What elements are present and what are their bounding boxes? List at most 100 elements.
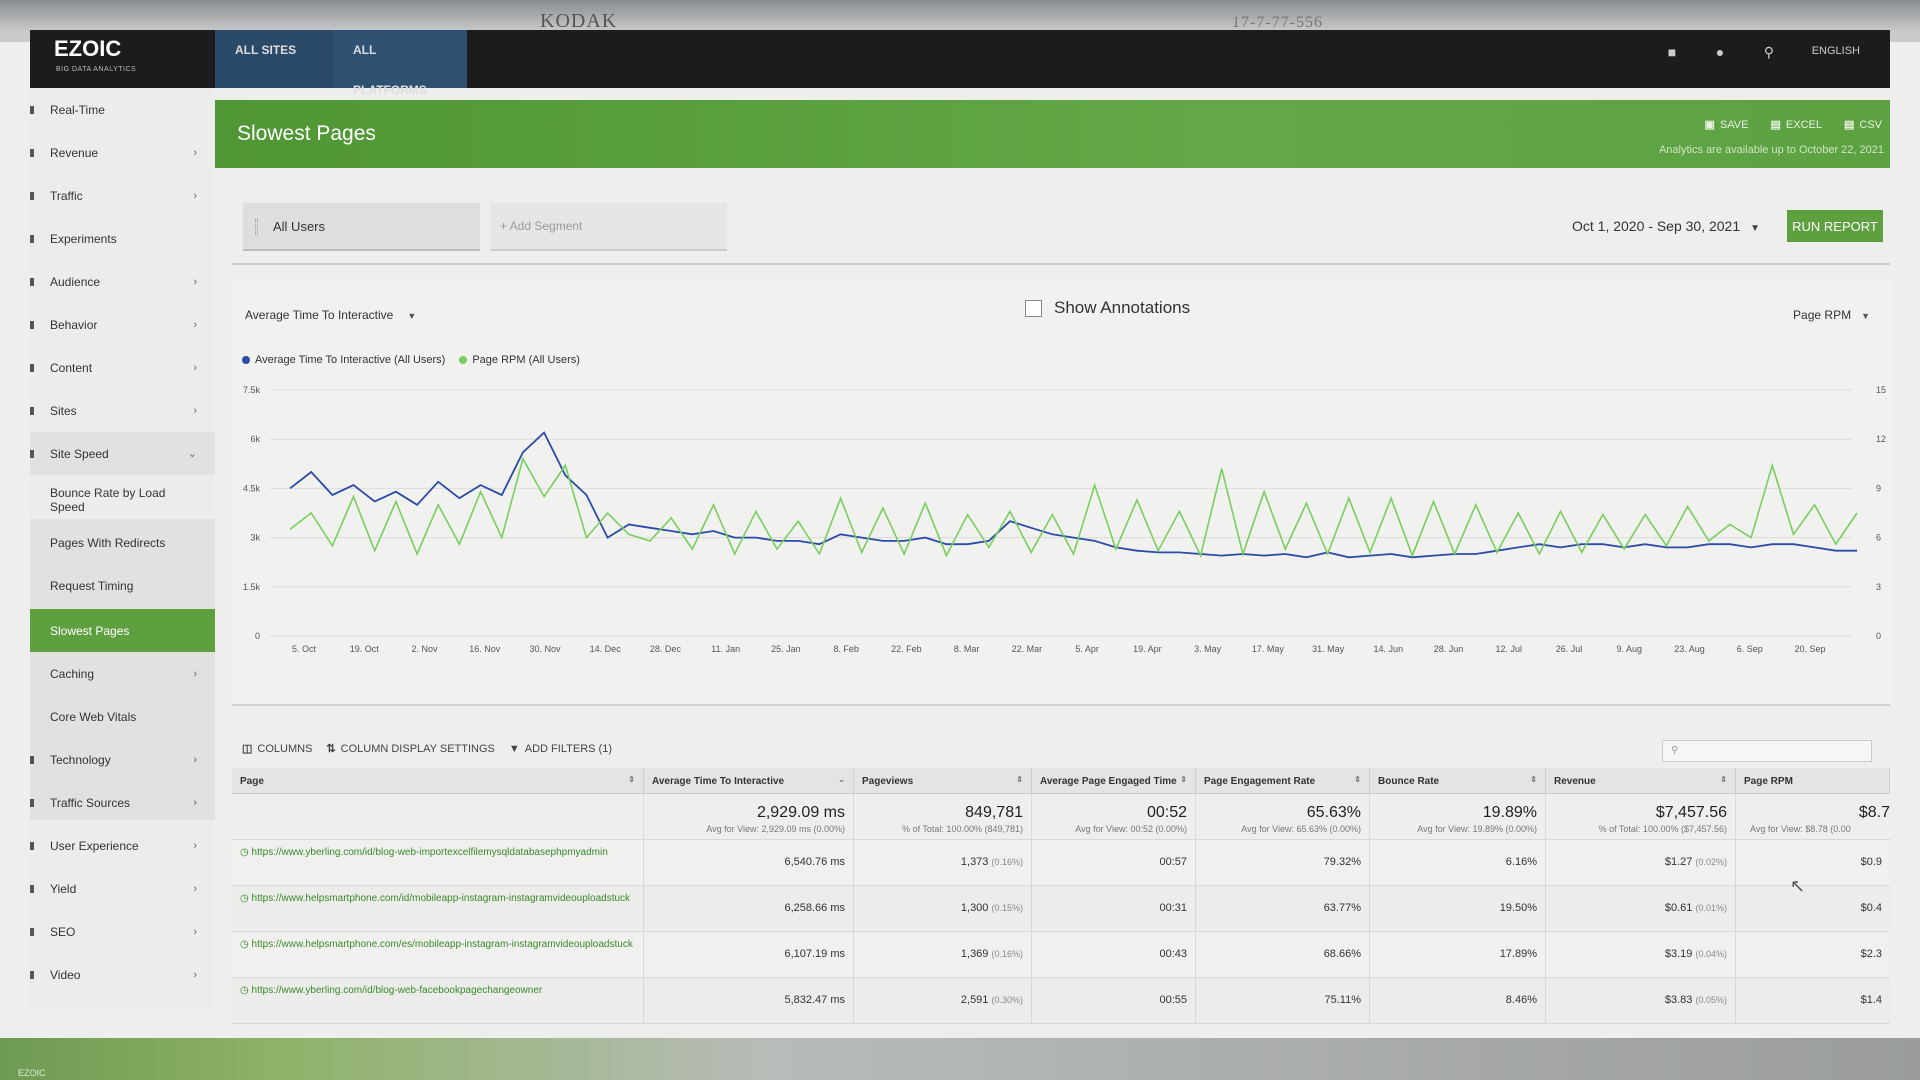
sidebar-sub-core-web-vitals[interactable]: Core Web Vitals — [30, 695, 215, 738]
total-sub: % of Total: 100.00% ($7,457.56) — [1598, 824, 1727, 834]
add-segment-button[interactable]: + Add Segment — [490, 203, 727, 251]
csv-button[interactable]: ▤ CSV — [1844, 118, 1882, 132]
page-url-link[interactable]: ◷ https://www.yberling.com/id/blog-web-i… — [232, 840, 644, 885]
header-revenue[interactable]: Revenue ⇕ — [1546, 768, 1736, 794]
show-annotations-toggle[interactable]: Show Annotations — [1025, 298, 1190, 318]
sort-icon[interactable]: ⇕ — [1530, 775, 1537, 784]
header-label: Page — [240, 776, 264, 787]
primary-metric-select[interactable]: Average Time To Interactive ▼ — [245, 308, 416, 322]
search-icon[interactable]: ⚲ — [1764, 44, 1778, 60]
y-left-tick-label: 4.5k — [243, 483, 261, 493]
tab-all-platforms[interactable]: ALL PLATFORMS — [333, 30, 467, 97]
sidebar-item-label: Revenue — [50, 145, 99, 160]
sort-icon[interactable]: ⇕ — [1180, 775, 1187, 784]
sidebar-item-traffic-sources[interactable]: Traffic Sources › — [30, 781, 215, 824]
cell-atti: 6,540.76 ms — [644, 840, 854, 885]
sidebar-sub-request-timing[interactable]: Request Timing — [50, 579, 200, 593]
date-range-picker[interactable]: Oct 1, 2020 - Sep 30, 2021 ▼ — [1572, 218, 1760, 234]
header-bounce-rate[interactable]: Bounce Rate ⇕ — [1370, 768, 1546, 794]
y-right-tick-label: 12 — [1876, 434, 1886, 444]
legend-item-rpm[interactable]: Page RPM (All Users) — [459, 354, 580, 366]
sidebar-item-label: User Experience — [50, 838, 139, 853]
sidebar-item-user-experience[interactable]: User Experience › — [30, 824, 215, 867]
sidebar-item-audience[interactable]: Audience › — [30, 260, 215, 303]
sidebar-item-revenue[interactable]: Revenue › — [30, 131, 215, 174]
header-atti[interactable]: Average Time To Interactive ⌄ — [644, 768, 854, 794]
sidebar-item-seo[interactable]: SEO › — [30, 910, 215, 953]
language-selector[interactable]: ENGLISH — [1812, 45, 1860, 57]
header-engaged-time[interactable]: Average Page Engaged Time ⇕ — [1032, 768, 1196, 794]
sidebar-item-site-speed[interactable]: Site Speed ⌄ — [30, 432, 215, 475]
sort-desc-icon[interactable]: ⌄ — [838, 775, 845, 784]
x-tick-label: 17. May — [1252, 644, 1285, 654]
save-button[interactable]: ▣ SAVE — [1705, 118, 1749, 132]
sidebar-item-video[interactable]: Video › — [30, 953, 215, 996]
sidebar-item-label: Caching — [50, 666, 95, 681]
sidebar-item-label: Core Web Vitals — [50, 709, 137, 724]
sort-icon[interactable]: ⇕ — [628, 775, 635, 784]
link-icon: ◷ — [240, 847, 252, 858]
header-pageviews[interactable]: Pageviews ⇕ — [854, 768, 1032, 794]
sidebar-item-content[interactable]: Content › — [30, 346, 215, 389]
sidebar-item-traffic[interactable]: Traffic › — [30, 174, 215, 217]
run-report-button[interactable]: RUN REPORT — [1787, 210, 1883, 242]
cell-pageviews: 2,591 (0.30%) — [854, 978, 1032, 1023]
table-row[interactable]: ◷ https://www.helpsmartphone.com/es/mobi… — [232, 932, 1890, 978]
chevron-right-icon: › — [193, 146, 197, 159]
sidebar-sub-bounce-rate-load-speed[interactable]: Bounce Rate by Load Speed — [50, 486, 200, 514]
table-row[interactable]: ◷ https://www.yberling.com/id/blog-web-i… — [232, 840, 1890, 886]
sidebar-item-label: Sites — [50, 403, 77, 418]
sidebar-item-label: Traffic Sources — [50, 795, 131, 810]
table-row[interactable]: ◷ https://www.yberling.com/id/blog-web-f… — [232, 978, 1890, 1024]
legend-item-atti[interactable]: Average Time To Interactive (All Users) — [242, 354, 445, 366]
page-url-link[interactable]: ◷ https://www.helpsmartphone.com/id/mobi… — [232, 886, 644, 931]
segment-all-users[interactable]: All Users — [243, 203, 480, 251]
sidebar-item-yield[interactable]: Yield › — [30, 867, 215, 910]
sort-icon[interactable]: ⇕ — [1720, 775, 1727, 784]
sidebar-item-experiments[interactable]: Experiments — [30, 217, 215, 260]
help-icon[interactable]: ● — [1716, 44, 1730, 60]
total-value: 00:52 — [1146, 804, 1187, 821]
pageviews-pct: (0.16%) — [991, 949, 1023, 959]
x-tick-label: 22. Feb — [891, 644, 922, 654]
table-search-input[interactable]: ⚲ — [1662, 740, 1872, 762]
sort-icon[interactable]: ⇕ — [1354, 775, 1361, 784]
table-row[interactable]: ◷ https://www.helpsmartphone.com/id/mobi… — [232, 886, 1890, 932]
table-header: Page ⇕ Average Time To Interactive ⌄ Pagev… — [232, 768, 1890, 794]
total-sub: Avg for View: 2,929.09 ms (0.00%) — [706, 824, 845, 834]
columns-label: COLUMNS — [257, 742, 313, 755]
x-tick-label: 22. Mar — [1012, 644, 1043, 654]
column-display-settings-button[interactable]: ⇅ COLUMN DISPLAY SETTINGS — [326, 742, 494, 756]
logo[interactable]: EZOIC — [54, 36, 121, 62]
excel-label: EXCEL — [1785, 118, 1822, 131]
sidebar-item-label: Technology — [50, 752, 111, 767]
sidebar-item-real-time[interactable]: Real-Time — [30, 88, 215, 131]
columns-button[interactable]: ◫ COLUMNS — [242, 742, 313, 756]
add-filters-button[interactable]: ▼ ADD FILTERS (1) — [509, 742, 612, 755]
header-page[interactable]: Page ⇕ — [232, 768, 644, 794]
page-url-link[interactable]: ◷ https://www.yberling.com/id/blog-web-f… — [232, 978, 644, 1023]
sidebar-item-technology[interactable]: Technology › — [30, 738, 215, 781]
sidebar-sub-caching[interactable]: Caching › — [30, 652, 215, 695]
pageviews-value: 1,373 — [960, 856, 989, 868]
bookmark-icon[interactable]: ■ — [1668, 44, 1682, 60]
drag-handle-icon[interactable] — [255, 219, 258, 235]
header-engagement-rate[interactable]: Page Engagement Rate ⇕ — [1196, 768, 1370, 794]
chevron-right-icon: › — [193, 404, 197, 417]
sidebar-item-sites[interactable]: Sites › — [30, 389, 215, 432]
page-url-link[interactable]: ◷ https://www.helpsmartphone.com/es/mobi… — [232, 932, 644, 977]
excel-button[interactable]: ▤ EXCEL — [1770, 118, 1822, 132]
tab-all-sites[interactable]: ALL SITES — [215, 30, 333, 88]
sidebar-item-label: Behavior — [50, 317, 98, 332]
totals-revenue: $7,457.56 % of Total: 100.00% ($7,457.56) — [1546, 794, 1736, 839]
sort-icon[interactable]: ⇕ — [1016, 775, 1023, 784]
x-tick-label: 28. Jun — [1434, 644, 1464, 654]
sidebar-sub-slowest-pages[interactable]: Slowest Pages — [30, 609, 215, 652]
secondary-metric-select[interactable]: Page RPM ▼ — [1793, 308, 1870, 322]
header-page-rpm[interactable]: Page RPM — [1736, 768, 1890, 794]
sidebar-sub-pages-with-redirects[interactable]: Pages With Redirects — [50, 536, 200, 550]
checkbox[interactable] — [1025, 299, 1042, 317]
sidebar-item-behavior[interactable]: Behavior › — [30, 303, 215, 346]
page-url: https://www.helpsmartphone.com/es/mobile… — [251, 939, 633, 950]
sidebar-item-label: Traffic — [50, 188, 83, 203]
